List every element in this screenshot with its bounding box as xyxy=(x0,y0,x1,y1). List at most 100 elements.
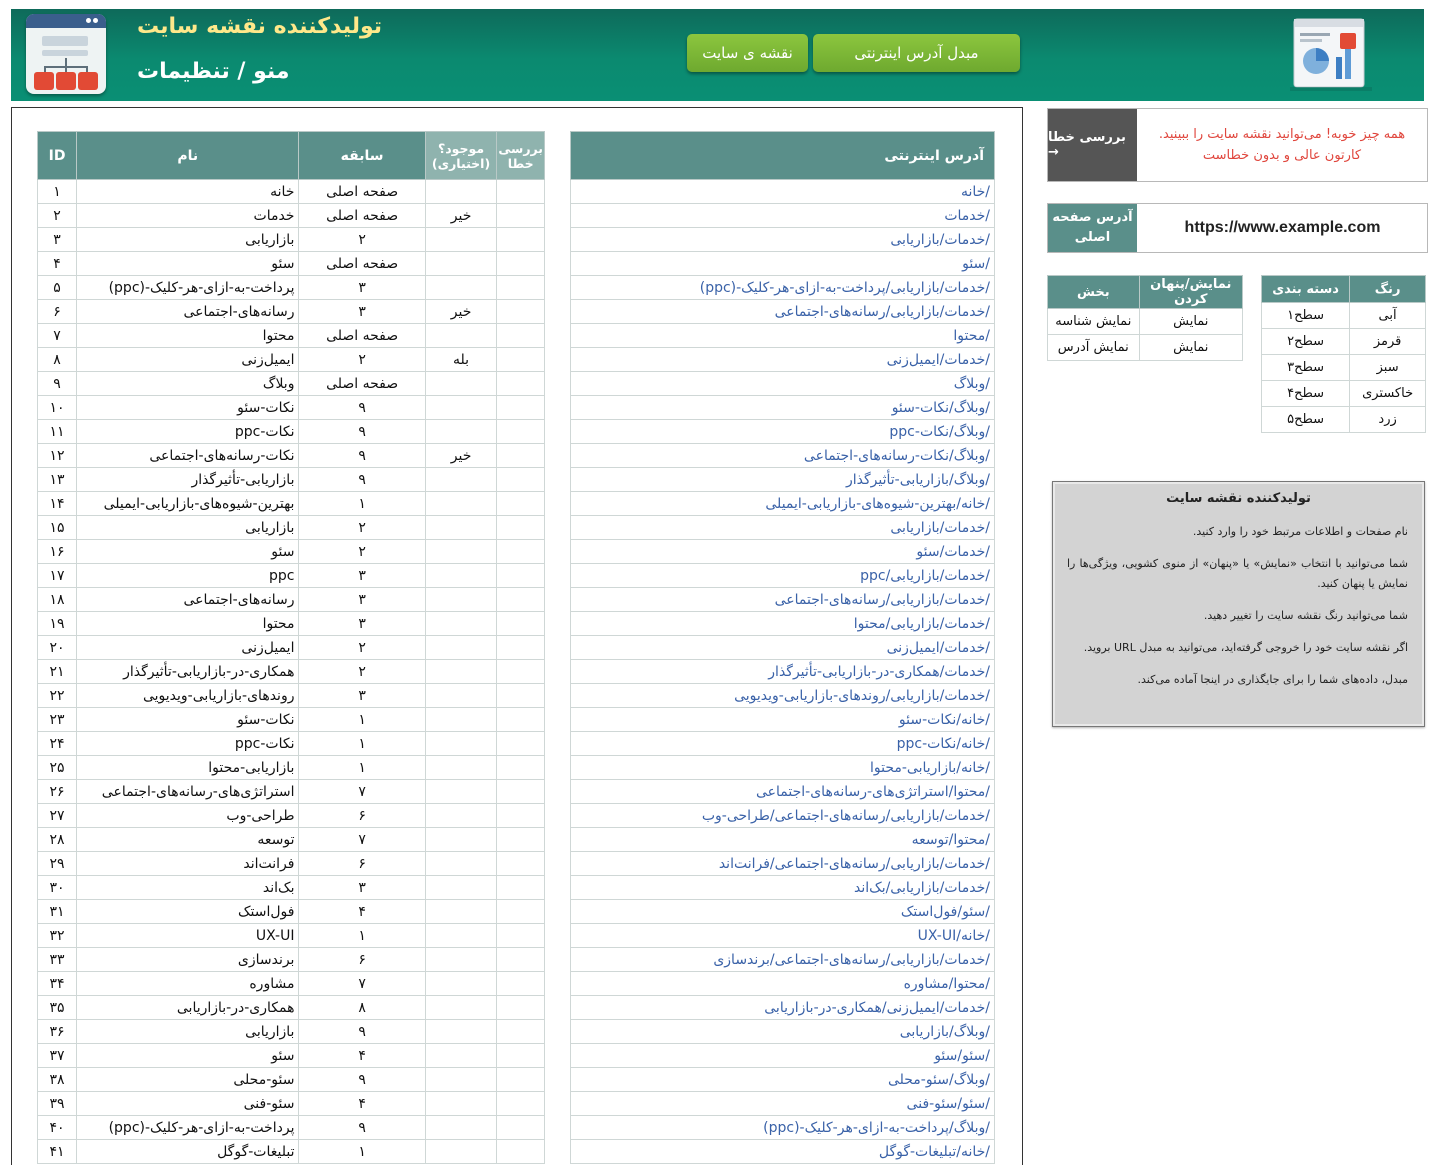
url-cell[interactable]: /محتوا/مشاوره xyxy=(570,971,995,996)
url-cell[interactable]: /خدمات/بازاریابی/بک‌اند xyxy=(570,875,995,900)
previous-cell[interactable]: ۱ xyxy=(298,707,426,732)
url-cell[interactable]: /خدمات/ایمیل‌زنی xyxy=(570,635,995,660)
previous-cell[interactable]: ۶ xyxy=(298,947,426,972)
previous-cell[interactable]: ۲ xyxy=(298,635,426,660)
url-cell[interactable]: /خدمات/بازاریابی xyxy=(570,227,995,252)
name-cell[interactable]: همکاری-در-بازاریابی-تأثیرگذار xyxy=(76,659,300,684)
previous-cell[interactable]: ۷ xyxy=(298,971,426,996)
name-cell[interactable]: برندسازی xyxy=(76,947,300,972)
name-cell[interactable]: پرداخت-به-ازای-هر-کلیک-(ppc) xyxy=(76,275,300,300)
url-cell[interactable]: /محتوا/استراتژی‌های-رسانه‌های-اجتماعی xyxy=(570,779,995,804)
previous-cell[interactable]: ۹ xyxy=(298,1019,426,1044)
exists-cell[interactable] xyxy=(424,971,498,996)
previous-cell[interactable]: ۱ xyxy=(298,1139,426,1164)
name-cell[interactable]: سئو-محلی xyxy=(76,1067,300,1092)
name-cell[interactable]: خدمات xyxy=(76,203,300,228)
previous-cell[interactable]: صفحه اصلی xyxy=(298,323,426,348)
previous-cell[interactable]: ۴ xyxy=(298,899,426,924)
exists-cell[interactable] xyxy=(424,995,498,1020)
name-cell[interactable]: فرانت‌اند xyxy=(76,851,300,876)
name-cell[interactable]: فول‌استک xyxy=(76,899,300,924)
url-cell[interactable]: /وبلاگ xyxy=(570,371,995,396)
previous-cell[interactable]: ۱ xyxy=(298,923,426,948)
url-cell[interactable]: /محتوا xyxy=(570,323,995,348)
previous-cell[interactable]: ۳ xyxy=(298,299,426,324)
exists-cell[interactable] xyxy=(424,371,498,396)
url-cell[interactable]: /خدمات/بازاریابی/پرداخت-به-ازای-هر-کلیک-… xyxy=(570,275,995,300)
exists-cell[interactable] xyxy=(424,1139,498,1164)
previous-cell[interactable]: ۹ xyxy=(298,1115,426,1140)
url-cell[interactable]: /خدمات/سئو xyxy=(570,539,995,564)
url-cell[interactable]: /خدمات/ایمیل‌زنی xyxy=(570,347,995,372)
exists-cell[interactable] xyxy=(424,875,498,900)
name-cell[interactable]: بازاریابی xyxy=(76,1019,300,1044)
previous-cell[interactable]: ۴ xyxy=(298,1043,426,1068)
previous-cell[interactable]: ۳ xyxy=(298,611,426,636)
color-cell[interactable]: زرد xyxy=(1349,406,1426,433)
previous-cell[interactable]: ۹ xyxy=(298,467,426,492)
name-cell[interactable]: UX-UI xyxy=(76,923,300,948)
color-cell[interactable]: آبی xyxy=(1349,302,1426,329)
name-cell[interactable]: محتوا xyxy=(76,323,300,348)
exists-cell[interactable] xyxy=(424,515,498,540)
name-cell[interactable]: بک‌اند xyxy=(76,875,300,900)
name-cell[interactable]: بهترین-شیوه‌های-بازاریابی-ایمیلی xyxy=(76,491,300,516)
previous-cell[interactable]: صفحه اصلی xyxy=(298,179,426,204)
previous-cell[interactable]: ۷ xyxy=(298,827,426,852)
previous-cell[interactable]: ۲ xyxy=(298,539,426,564)
url-cell[interactable]: /وبلاگ/نکات-سئو xyxy=(570,395,995,420)
exists-cell[interactable] xyxy=(424,467,498,492)
url-cell[interactable]: /وبلاگ/نکات-رسانه‌های-اجتماعی xyxy=(570,443,995,468)
exists-cell[interactable] xyxy=(424,1091,498,1116)
url-cell[interactable]: /خدمات/بازاریابی/رسانه‌های-اجتماعی xyxy=(570,299,995,324)
name-cell[interactable]: توسعه xyxy=(76,827,300,852)
name-cell[interactable]: خانه xyxy=(76,179,300,204)
exists-cell[interactable] xyxy=(424,707,498,732)
exists-cell[interactable] xyxy=(424,923,498,948)
url-cell[interactable]: /سئو/سئو xyxy=(570,1043,995,1068)
toggle-dropdown[interactable]: نمایش xyxy=(1138,308,1244,335)
url-cell[interactable]: /وبلاگ/بازاریابی xyxy=(570,1019,995,1044)
url-cell[interactable]: /سئو/سئو-فنی xyxy=(570,1091,995,1116)
exists-cell[interactable] xyxy=(424,635,498,660)
exists-cell[interactable] xyxy=(424,803,498,828)
previous-cell[interactable]: ۹ xyxy=(298,419,426,444)
exists-cell[interactable] xyxy=(424,323,498,348)
previous-cell[interactable]: ۲ xyxy=(298,515,426,540)
color-cell[interactable]: قرمز xyxy=(1349,328,1426,355)
name-cell[interactable]: پرداخت-به-ازای-هر-کلیک-(ppc) xyxy=(76,1115,300,1140)
previous-cell[interactable]: ۱ xyxy=(298,755,426,780)
exists-cell[interactable] xyxy=(424,587,498,612)
url-cell[interactable]: /سئو xyxy=(570,251,995,276)
name-cell[interactable]: طراحی-وب xyxy=(76,803,300,828)
url-cell[interactable]: /خدمات/بازاریابی xyxy=(570,515,995,540)
exists-cell[interactable] xyxy=(424,1043,498,1068)
name-cell[interactable]: سئو xyxy=(76,251,300,276)
sitemap-button[interactable]: نقشه ی سایت xyxy=(687,34,808,72)
url-cell[interactable]: /خدمات/بازاریابی/ppc xyxy=(570,563,995,588)
exists-cell[interactable] xyxy=(424,827,498,852)
exists-cell[interactable] xyxy=(424,539,498,564)
previous-cell[interactable]: ۱ xyxy=(298,491,426,516)
url-cell[interactable]: /خانه/UX-UI xyxy=(570,923,995,948)
url-cell[interactable]: /خانه/نکات-سئو xyxy=(570,707,995,732)
exists-cell[interactable]: بله xyxy=(424,347,498,372)
url-cell[interactable]: /خانه/بهترین-شیوه‌های-بازاریابی-ایمیلی xyxy=(570,491,995,516)
name-cell[interactable]: محتوا xyxy=(76,611,300,636)
previous-cell[interactable]: ۹ xyxy=(298,1067,426,1092)
exists-cell[interactable]: خیر xyxy=(424,443,498,468)
name-cell[interactable]: رسانه‌های-اجتماعی xyxy=(76,587,300,612)
previous-cell[interactable]: ۳ xyxy=(298,275,426,300)
name-cell[interactable]: نکات-سئو xyxy=(76,707,300,732)
exists-cell[interactable] xyxy=(424,491,498,516)
url-cell[interactable]: /خدمات/بازاریابی/رسانه‌های-اجتماعی/فرانت… xyxy=(570,851,995,876)
name-cell[interactable]: بازاریابی xyxy=(76,227,300,252)
previous-cell[interactable]: ۳ xyxy=(298,683,426,708)
url-cell[interactable]: /خانه/نکات-ppc xyxy=(570,731,995,756)
exists-cell[interactable] xyxy=(424,947,498,972)
exists-cell[interactable] xyxy=(424,1067,498,1092)
previous-cell[interactable]: ۴ xyxy=(298,1091,426,1116)
url-cell[interactable]: /خدمات/بازاریابی/رسانه‌های-اجتماعی/برندس… xyxy=(570,947,995,972)
exists-cell[interactable] xyxy=(424,227,498,252)
name-cell[interactable]: مشاوره xyxy=(76,971,300,996)
